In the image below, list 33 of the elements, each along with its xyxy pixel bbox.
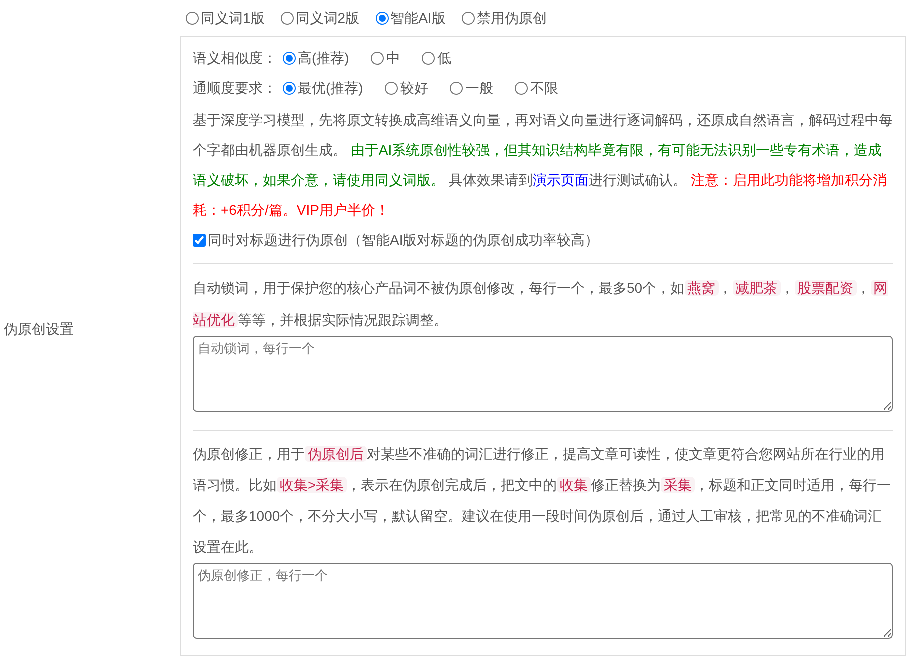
- section-label: 伪原创设置: [4, 320, 74, 338]
- radio-label: 高(推荐): [298, 48, 350, 68]
- demo-page-link[interactable]: 演示页面: [532, 172, 589, 188]
- correction-description: 伪原创修正，用于 伪原创后 对某些不准确的词汇进行修正，提高文章可读性，使文章更符合您网站所在行业的用语习惯。比如 收集>采集 ，表示在伪原创完成后，把文中的 收集 修正替换为 采集 ，标题和正文同时适用，每行一个，最多1000个，不分大小写，默认留空。建议在使用一段时间伪原创后，通过人工审核，把常见的不准确词汇设置在此。: [193, 445, 892, 557]
- radio-label: 禁用伪原创: [476, 8, 547, 28]
- radio-button[interactable]: [515, 82, 528, 94]
- title-checkbox[interactable]: [193, 234, 206, 246]
- option-label: 语义相似度：: [193, 48, 277, 68]
- radio-button[interactable]: [371, 52, 384, 64]
- radio-label: 同义词1版: [201, 8, 265, 28]
- radio-label: 低: [437, 48, 452, 68]
- radio-label: 较好: [400, 78, 428, 98]
- radio-label: 智能AI版: [390, 8, 446, 28]
- ai-description: 基于深度学习模型，先将原文转换成高维语义向量，再对语义向量进行逐词解码，还原成自然语言，解码过程中每个字都由机器原创生成。 由于AI系统原创性较强，但其知识结构毕竟有限，有可能无法识别一些专有术语，造成语义破坏，如果介意，请使用同义词版。 具体效果请到演示页面进行测试确认。 注意：启用此功能将增加积分消耗：+6积分/篇。VIP用户半价！: [193, 111, 893, 220]
- radio-button[interactable]: [450, 82, 464, 94]
- lock-words-field[interactable]: 自动锁词，每行一个: [193, 336, 893, 412]
- radio-button[interactable]: [283, 82, 296, 94]
- radio-button[interactable]: [422, 52, 436, 64]
- radio-label: 不限: [530, 78, 558, 98]
- radio-button[interactable]: [186, 12, 199, 24]
- radio-button[interactable]: [280, 12, 294, 24]
- checkbox-label: 同时对标题进行伪原创（智能AI版对标题的伪原创成功率较高）: [208, 230, 600, 250]
- radio-label: 一般: [465, 78, 494, 98]
- option-label: 通顺度要求：: [193, 78, 277, 98]
- radio-button[interactable]: [376, 12, 389, 24]
- radio-label: 同义词2版: [296, 8, 360, 28]
- radio-button[interactable]: [385, 82, 398, 94]
- radio-label: 中: [386, 48, 400, 68]
- radio-label: 最优(推荐): [298, 78, 364, 98]
- lock-words-description: 自动锁词，用于保护您的核心产品词不被伪原创修改，每行一个，最多50个，如 燕窝 ， 减肥茶 ， 股票配资 ， 网站优化 等等，并根据实际情况跟踪调整。: [193, 279, 889, 330]
- radio-button[interactable]: [462, 12, 475, 24]
- radio-button[interactable]: [283, 52, 296, 64]
- correction-field[interactable]: 伪原创修正，每行一个: [193, 563, 893, 639]
